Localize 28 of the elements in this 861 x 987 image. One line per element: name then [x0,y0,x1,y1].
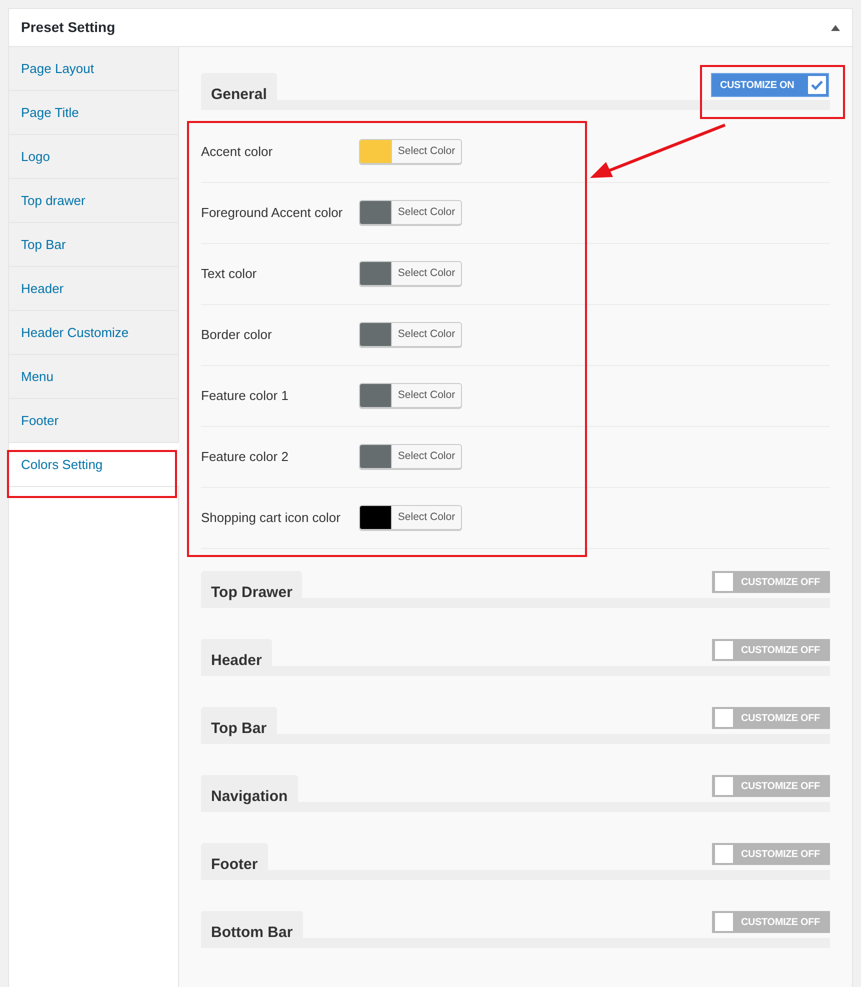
sidebar-item[interactable]: Footer [9,399,178,443]
color-label: Feature color 1 [201,386,290,405]
color-label: Foreground Accent color [201,204,344,222]
color-label: Shopping cart icon color [201,508,342,527]
color-picker-button[interactable]: Select Color [359,444,462,469]
sidebar-item[interactable]: Header Customize [9,311,178,355]
sidebar-item[interactable]: Top Bar [9,223,178,267]
sidebar-item[interactable]: Header [9,267,178,311]
customize-toggle[interactable]: CUSTOMIZE ON [711,73,829,97]
color-label: Border color [201,326,273,344]
sidebar-item[interactable]: Top drawer [9,179,178,223]
sidebar-item[interactable]: Page Layout [9,47,178,91]
check-icon [811,80,823,90]
color-label: Feature color 2 [201,448,290,466]
color-label: Accent color [201,142,274,161]
sidebar-item[interactable]: Colors Setting [9,443,179,487]
color-picker-button[interactable]: Select Color [359,139,462,164]
color-picker-button[interactable]: Select Color [359,505,462,530]
collapse-icon[interactable] [831,24,840,30]
color-picker-button[interactable]: Select Color [359,383,462,408]
color-picker-button[interactable]: Select Color [359,322,462,347]
sidebar-item[interactable]: Page Title [9,91,178,135]
color-picker-button[interactable]: Select Color [359,200,462,225]
sidebar-item[interactable]: Logo [9,135,178,179]
panel-title: Preset Setting [21,18,116,37]
color-label: Text color [201,264,258,283]
color-picker-button[interactable]: Select Color [359,261,462,286]
sidebar-item[interactable]: Menu [9,355,178,399]
